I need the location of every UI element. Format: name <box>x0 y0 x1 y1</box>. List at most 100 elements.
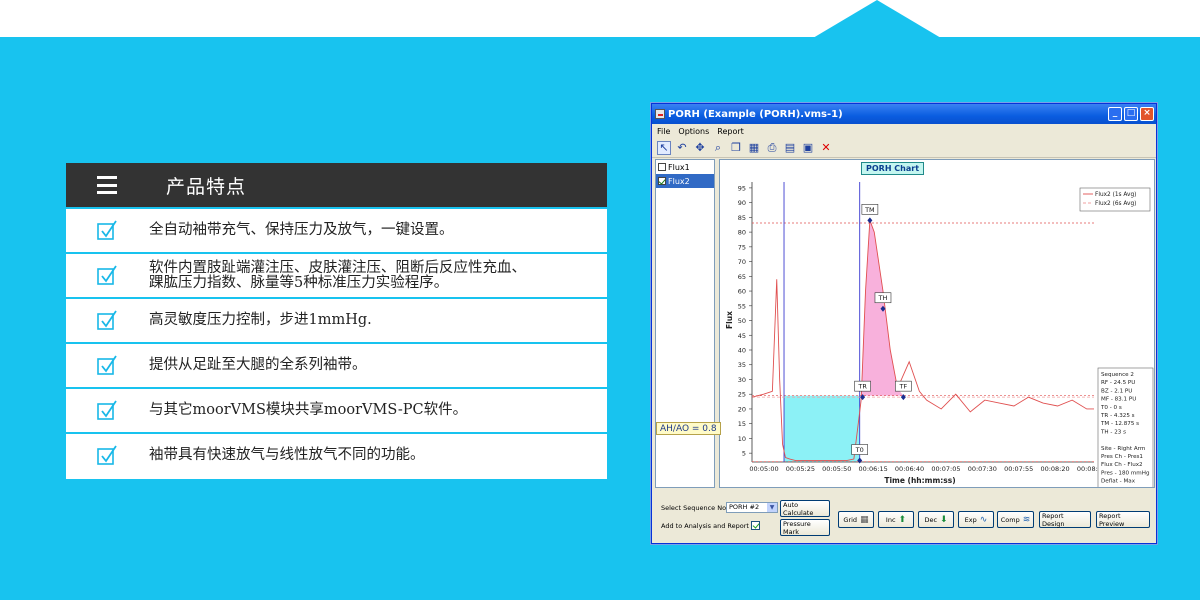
channel-checkbox[interactable] <box>658 177 666 185</box>
x-tick-label: 00:07:55 <box>1004 465 1033 473</box>
dec-button[interactable]: Dec ⬇ <box>918 511 954 528</box>
sequence-value: PORH #2 <box>729 503 760 511</box>
y-tick-label: 35 <box>738 361 746 369</box>
legend-label: Flux2 (1s Avg) <box>1095 192 1136 198</box>
add-to-report-checkbox[interactable] <box>751 521 760 530</box>
preview-icon[interactable]: ▤ <box>783 141 797 155</box>
feature-text: 高灵敏度压力控制，步进1mmHg. <box>149 312 372 328</box>
feature-item: 与其它moorVMS模块共享moorVMS-PC软件。 <box>66 387 607 432</box>
menu-file[interactable]: File <box>657 127 670 136</box>
x-tick-label: 00:05:25 <box>786 465 815 473</box>
pointer-tool-icon[interactable]: ↖ <box>657 140 671 155</box>
grid-button[interactable]: Grid ▦ <box>838 511 874 528</box>
minimize-button[interactable]: _ <box>1108 107 1122 121</box>
y-tick-label: 80 <box>738 229 746 237</box>
x-tick-label: 00:08:20 <box>1040 465 1069 473</box>
expand-wave-icon: ∿ <box>979 514 988 525</box>
feature-text-line-2: 踝肱压力指数、脉量等5种标准压力实验程序。 <box>149 274 449 291</box>
stats-line: BZ - 2.1 PU <box>1101 388 1132 394</box>
sequence-select[interactable]: PORH #2 ▼ <box>726 502 778 513</box>
inc-button[interactable]: Inc ⬆ <box>878 511 914 528</box>
y-tick-label: 10 <box>738 435 746 443</box>
legend-label: Flux2 (6s Avg) <box>1095 201 1136 207</box>
checkbox-check-icon <box>97 265 117 285</box>
hamburger-menu-icon <box>97 176 117 194</box>
zoom-icon[interactable]: ⌕ <box>711 141 725 155</box>
grid-icon: ▦ <box>860 514 869 525</box>
save-icon[interactable]: ▣ <box>801 141 815 155</box>
x-tick-label: 00:07:05 <box>931 465 960 473</box>
copy-icon[interactable]: ❐ <box>729 141 743 155</box>
marker-label: TR <box>857 383 867 391</box>
add-to-report-label: Add to Analysis and Report <box>661 522 749 530</box>
feature-text: 全自动袖带充气、保持压力及放气，一键设置。 <box>149 222 454 238</box>
x-tick-label: 00:07:30 <box>968 465 997 473</box>
ah-ao-ratio-label: AH/AO = 0.8 <box>656 422 721 435</box>
report-design-button[interactable]: Report Design <box>1039 511 1091 528</box>
checkbox-check-icon <box>97 220 117 240</box>
stats-line: Sequence 2 <box>1101 372 1134 378</box>
feature-item: 软件内置肢趾端灌注压、皮肤灌注压、阻断后反应性充血、 踝肱压力指数、脉量等5种标… <box>66 252 607 297</box>
channel-item-flux2[interactable]: Flux2 <box>656 174 714 188</box>
toolbar: ↖ ↶ ✥ ⌕ ❐ ▦ ⎙ ▤ ▣ ✕ <box>652 138 1156 158</box>
checkbox-check-icon <box>97 445 117 465</box>
y-tick-label: 30 <box>738 376 746 384</box>
undo-icon[interactable]: ↶ <box>675 141 689 155</box>
stats-line: MF - 83.1 PU <box>1101 397 1136 403</box>
pan-move-icon[interactable]: ✥ <box>693 141 707 155</box>
y-tick-label: 65 <box>738 273 746 281</box>
channel-checkbox[interactable] <box>658 163 666 171</box>
y-tick-label: 90 <box>738 199 746 207</box>
marker-point <box>867 217 873 224</box>
feature-item: 高灵敏度压力控制，步进1mmHg. <box>66 297 607 342</box>
feature-item: 袖带具有快速放气与线性放气不同的功能。 <box>66 432 607 477</box>
comp-button[interactable]: Comp ≋ <box>997 511 1034 528</box>
report-preview-button[interactable]: Report Preview <box>1096 511 1150 528</box>
chevron-down-icon[interactable]: ▼ <box>767 503 777 512</box>
porh-chart-svg[interactable]: 5 10 15 20 25 30 35 40 45 50 55 60 65 70 75 80 85 90 95 00:… <box>720 160 1154 487</box>
window-title-bar[interactable]: PORH (Example (PORH).vms-1) _ □ × <box>652 104 1156 124</box>
grid-button-label: Grid <box>843 515 858 524</box>
stats-line: Flux Ch - Flux2 <box>1101 462 1143 468</box>
y-tick-label: 60 <box>738 288 746 296</box>
y-tick-label: 15 <box>738 420 746 428</box>
pressure-mark-button[interactable]: Pressure Mark <box>780 519 830 536</box>
feature-text: 与其它moorVMS模块共享moorVMS-PC软件。 <box>149 402 468 418</box>
stats-line: RF - 24.5 PU <box>1101 380 1135 386</box>
exp-button-label: Exp <box>964 515 977 524</box>
menu-options[interactable]: Options <box>678 127 709 136</box>
stats-line: Pres Ch - Pres1 <box>1101 454 1143 460</box>
print-icon[interactable]: ⎙ <box>765 141 779 155</box>
y-axis-label: Flux <box>725 311 734 329</box>
delete-icon[interactable]: ✕ <box>819 141 833 155</box>
marker-label: TH <box>878 294 888 302</box>
marker-label: TF <box>898 383 907 391</box>
auto-calculate-button[interactable]: Auto Calculate <box>780 500 830 517</box>
stats-line: TM - 12.875 s <box>1100 421 1139 427</box>
close-window-button[interactable]: × <box>1140 107 1154 121</box>
inc-button-label: Inc <box>885 515 896 524</box>
channel-list: Flux1 Flux2 <box>655 159 715 488</box>
y-tick-label: 85 <box>738 214 746 222</box>
y-tick-label: 55 <box>738 302 746 310</box>
features-panel: 产品特点 全自动袖带充气、保持压力及放气，一键设置。 软件内置肢趾端灌注压、皮肤… <box>66 163 607 479</box>
x-tick-label: 00:06:15 <box>859 465 888 473</box>
menu-report[interactable]: Report <box>717 127 744 136</box>
feature-text-line-1: 软件内置肢趾端灌注压、皮肤灌注压、阻断后反应性充血、 <box>149 259 526 276</box>
exp-button[interactable]: Exp ∿ <box>958 511 994 528</box>
feature-text: 软件内置肢趾端灌注压、皮肤灌注压、阻断后反应性充血、 踝肱压力指数、脉量等5种标… <box>149 259 526 291</box>
y-tick-label: 20 <box>738 405 746 413</box>
y-tick-label: 40 <box>738 347 746 355</box>
y-tick-label: 50 <box>738 317 746 325</box>
channel-item-flux1[interactable]: Flux1 <box>656 160 714 174</box>
y-tick-label: 25 <box>738 391 746 399</box>
y-tick-label: 45 <box>738 332 746 340</box>
porh-chart-area[interactable]: 5 10 15 20 25 30 35 40 45 50 55 60 65 70 75 80 85 90 95 00:… <box>719 159 1155 488</box>
layout-icon[interactable]: ▦ <box>747 141 761 155</box>
app-icon <box>655 109 665 119</box>
checkbox-check-icon <box>97 400 117 420</box>
maximize-button[interactable]: □ <box>1124 107 1138 121</box>
chart-title: PORH Chart <box>861 162 925 175</box>
channel-label: Flux2 <box>668 176 690 186</box>
checkbox-check-icon <box>97 355 117 375</box>
